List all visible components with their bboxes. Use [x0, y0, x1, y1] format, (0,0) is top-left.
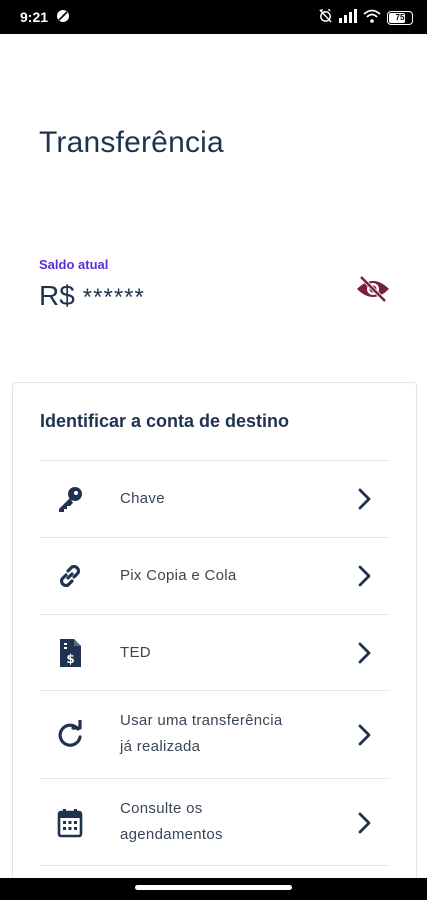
chevron-right-icon	[356, 812, 374, 834]
refresh-icon	[54, 719, 86, 751]
calendar-icon	[54, 807, 86, 839]
wifi-icon	[363, 9, 381, 28]
battery-icon: 75	[387, 11, 413, 25]
option-label-line1: Usar uma transferência	[120, 712, 283, 729]
option-label: Usar uma transferência já realizada	[120, 708, 283, 760]
option-chave[interactable]: Chave	[40, 460, 390, 537]
page-title: Transferência	[39, 126, 224, 159]
destination-card-title: Identificar a conta de destino	[40, 411, 290, 431]
notification-icon	[56, 9, 70, 23]
option-label-line2: agendamentos	[120, 826, 223, 843]
link-icon	[54, 560, 86, 592]
chevron-right-icon	[356, 565, 374, 587]
ted-document-icon: $	[54, 637, 86, 669]
option-label: Chave	[120, 490, 165, 507]
alarm-off-icon	[318, 8, 333, 28]
chevron-right-icon	[356, 488, 374, 510]
option-consulte-agendamentos[interactable]: Consulte os agendamentos	[40, 778, 390, 866]
option-label: Consulte os agendamentos	[120, 796, 223, 848]
signal-icon	[339, 8, 357, 28]
battery-level: 75	[395, 13, 405, 22]
option-label: Pix Copia e Cola	[120, 567, 237, 584]
option-pix-copia-e-cola[interactable]: Pix Copia e Cola	[40, 537, 390, 614]
balance-value: ******	[82, 284, 145, 311]
option-label-line2: já realizada	[120, 738, 201, 755]
destination-card: Identificar a conta de destino Chave Pix…	[12, 382, 417, 900]
status-icons: 75	[318, 8, 413, 28]
chevron-right-icon	[356, 642, 374, 664]
option-ted[interactable]: $ TED	[40, 614, 390, 690]
navigation-bar	[0, 878, 427, 900]
status-time: 9:21	[20, 9, 49, 25]
toggle-balance-visibility-button[interactable]	[354, 275, 392, 308]
balance-row: R$ ******	[39, 280, 145, 312]
option-label-line1: Consulte os	[120, 800, 203, 817]
key-icon	[54, 483, 86, 515]
balance-currency: R$	[39, 280, 75, 311]
svg-text:$: $	[66, 652, 74, 666]
eye-off-icon	[355, 275, 391, 308]
option-usar-transferencia-realizada[interactable]: Usar uma transferência já realizada	[40, 690, 390, 778]
balance-label: Saldo atual	[39, 257, 109, 272]
chevron-right-icon	[356, 724, 374, 746]
status-bar: 9:21 75	[0, 0, 427, 34]
option-label: TED	[120, 644, 151, 661]
home-gesture-handle[interactable]	[135, 885, 292, 890]
